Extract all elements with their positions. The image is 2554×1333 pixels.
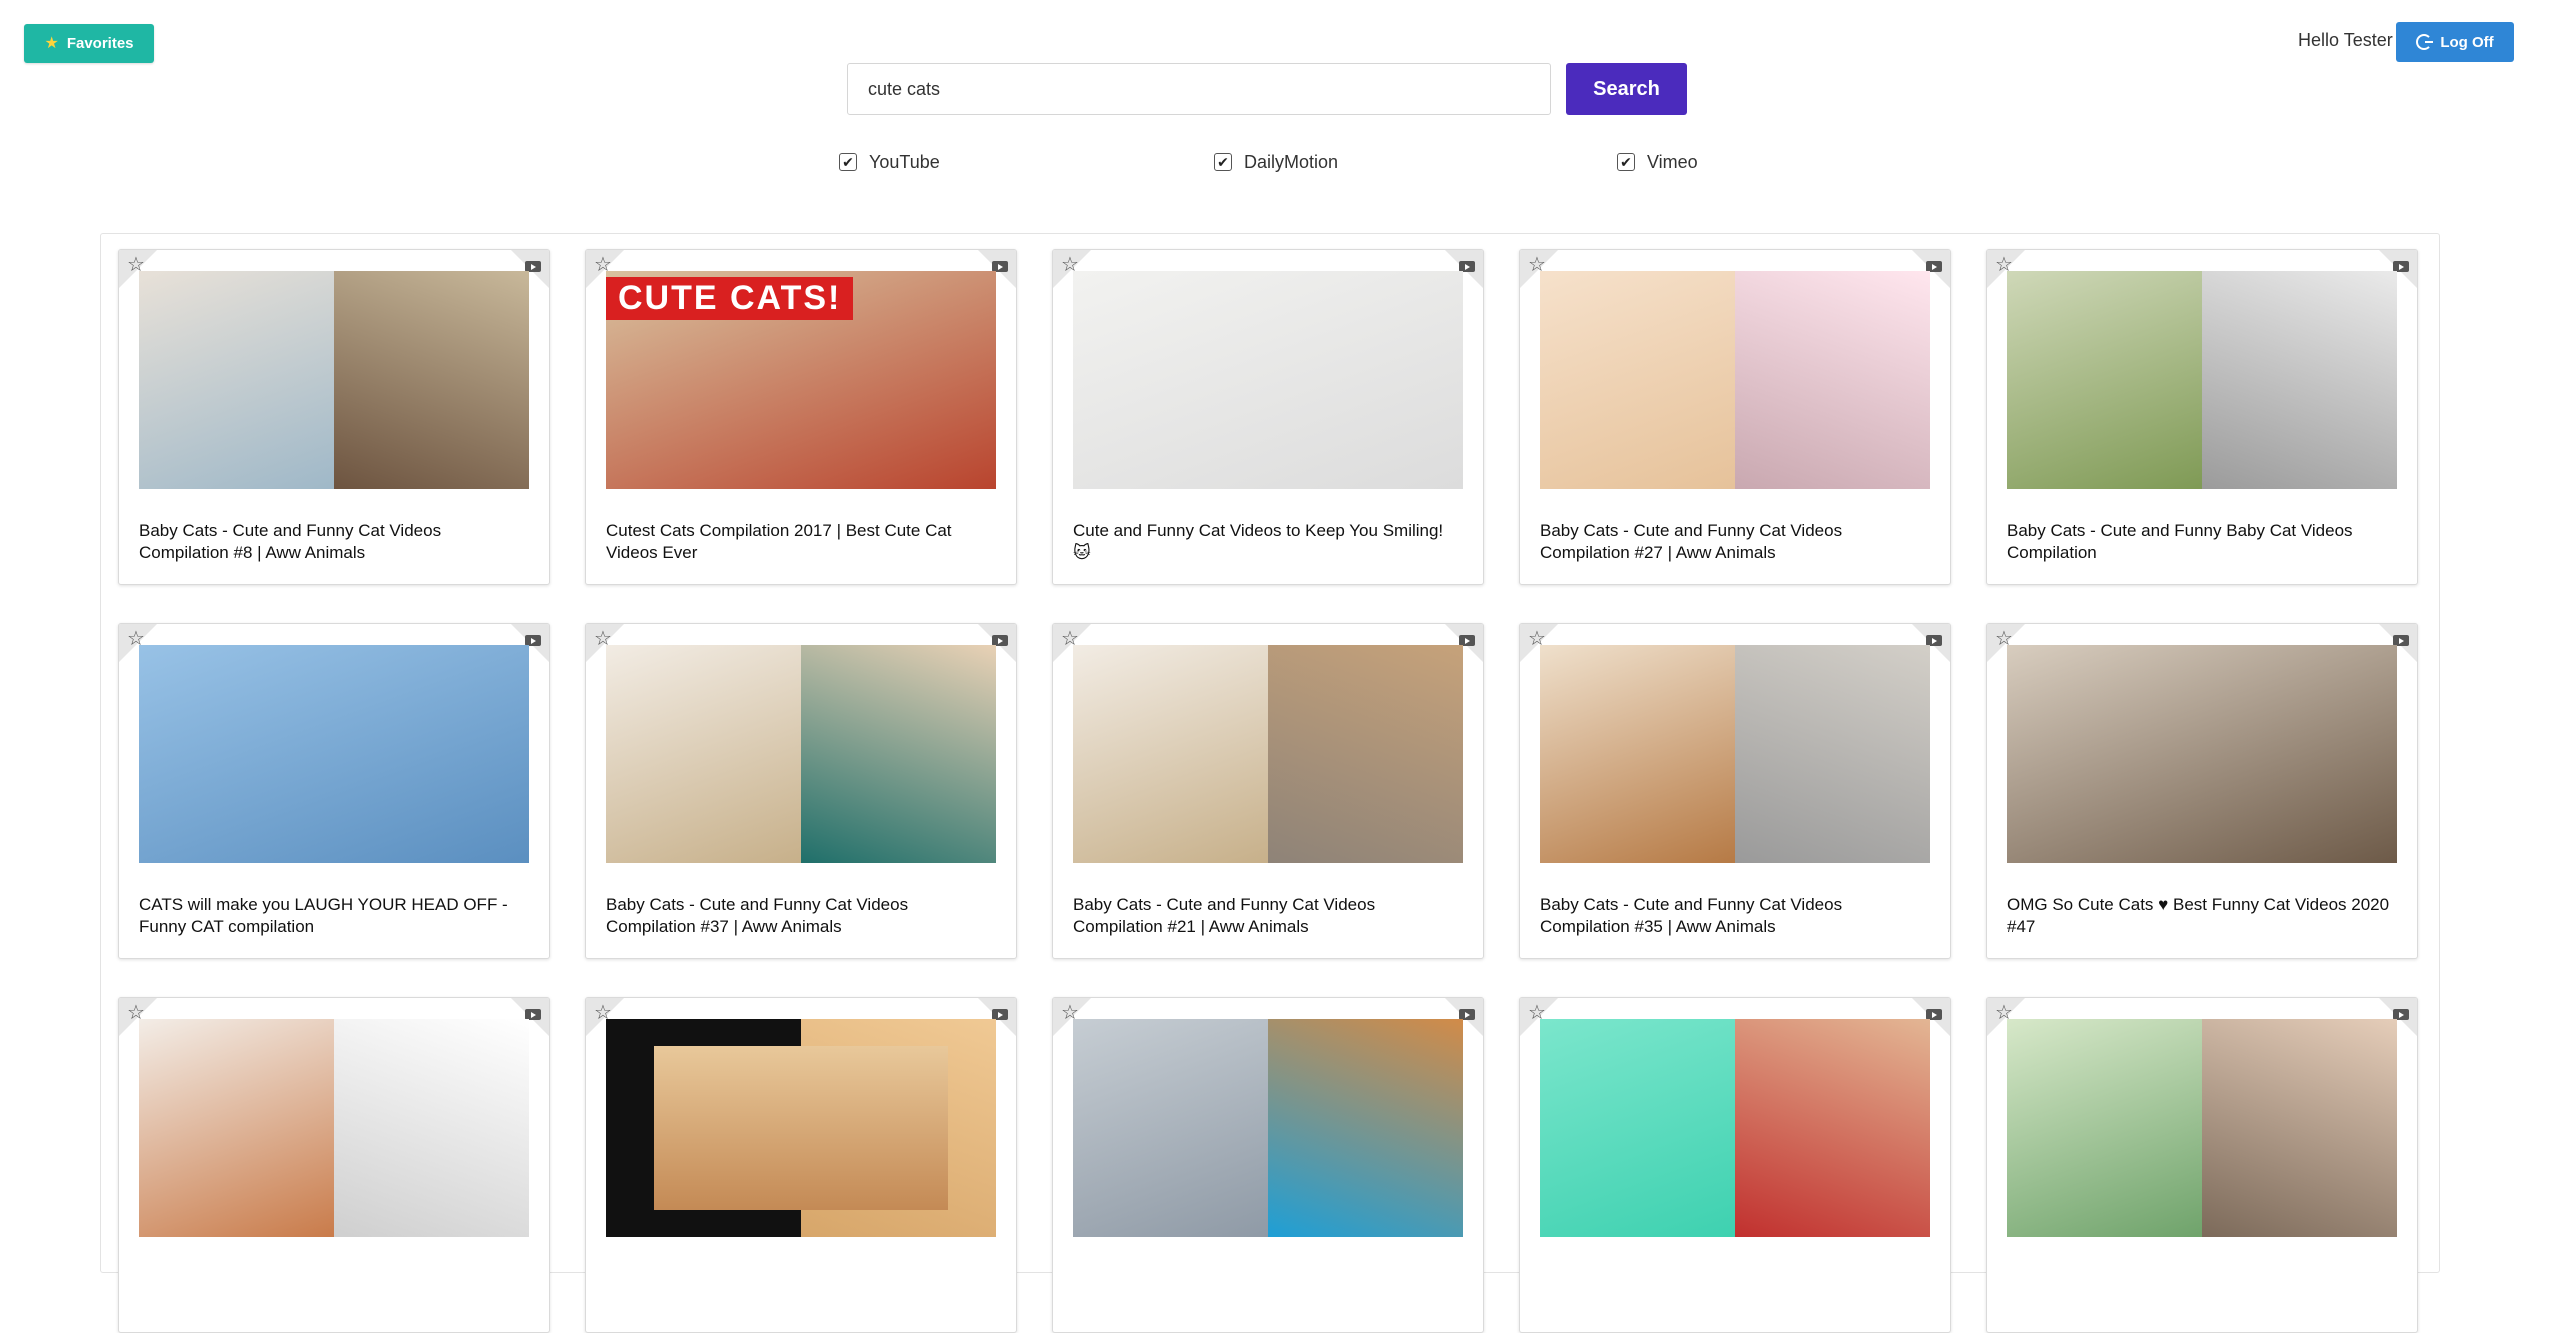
video-title[interactable]: Cute and Funny Cat Videos to Keep You Sm… (1073, 520, 1465, 564)
video-title[interactable]: CATS will make you LAUGH YOUR HEAD OFF -… (139, 894, 531, 938)
video-thumbnail[interactable] (139, 645, 529, 863)
video-thumbnail[interactable] (606, 645, 996, 863)
video-card[interactable]: ☆ CATS will make you LAUGH YOUR HEAD OFF … (118, 623, 550, 959)
google-icon (2416, 34, 2434, 50)
vimeo-checkbox[interactable]: ✔ (1617, 153, 1635, 171)
video-title[interactable]: OMG So Cute Cats ♥ Best Funny Cat Videos… (2007, 894, 2399, 938)
video-thumbnail[interactable] (2007, 271, 2397, 489)
thumbnail-image (139, 645, 529, 863)
thumbnail-image (1735, 645, 1930, 863)
thumbnail-image (1073, 271, 1463, 489)
video-thumbnail[interactable] (139, 271, 529, 489)
video-card[interactable]: ☆ Baby Cats - Cute and Funny Cat Videos C… (1052, 623, 1484, 959)
thumbnail-image (334, 271, 529, 489)
thumbnail-image (1540, 1019, 1735, 1237)
thumbnail-image (139, 1019, 334, 1237)
search-input[interactable] (847, 63, 1551, 115)
source-dailymotion[interactable]: ✔ DailyMotion (1214, 150, 1338, 174)
thumbnail-image (2007, 1019, 2202, 1237)
log-off-button[interactable]: Log Off (2396, 22, 2514, 62)
video-thumbnail[interactable] (606, 1019, 996, 1237)
video-card[interactable]: ☆ (1519, 997, 1951, 1333)
video-card[interactable]: ☆ Baby Cats - Cute and Funny Cat Videos C… (1519, 249, 1951, 585)
thumbnail-image (2202, 1019, 2397, 1237)
video-card[interactable]: ☆ (1052, 997, 1484, 1333)
video-thumbnail[interactable] (1540, 1019, 1930, 1237)
video-card[interactable]: ☆ (1986, 997, 2418, 1333)
source-label: YouTube (869, 151, 940, 172)
video-title[interactable]: Baby Cats - Cute and Funny Cat Videos Co… (1540, 894, 1932, 938)
video-title[interactable]: Baby Cats - Cute and Funny Cat Videos Co… (139, 520, 531, 564)
dailymotion-checkbox[interactable]: ✔ (1214, 153, 1232, 171)
video-card[interactable]: ☆ (118, 997, 550, 1333)
video-thumbnail[interactable] (2007, 645, 2397, 863)
thumbnail-image (606, 645, 801, 863)
thumbnail-banner: CUTE CATS! (606, 277, 854, 320)
thumbnail-image (1540, 271, 1735, 489)
video-card[interactable]: ☆ Cute and Funny Cat Videos to Keep You S… (1052, 249, 1484, 585)
thumbnail-image (801, 645, 996, 863)
video-title[interactable]: Baby Cats - Cute and Funny Cat Videos Co… (1073, 894, 1465, 938)
youtube-checkbox[interactable]: ✔ (839, 153, 857, 171)
thumbnail-image (654, 1046, 948, 1210)
video-card[interactable]: ☆ Baby Cats - Cute and Funny Cat Videos C… (1519, 623, 1951, 959)
video-title[interactable]: Baby Cats - Cute and Funny Baby Cat Vide… (2007, 520, 2399, 564)
favorites-label: Favorites (66, 35, 134, 52)
video-card[interactable]: ☆ (585, 997, 1017, 1333)
video-thumbnail[interactable] (1073, 1019, 1463, 1237)
video-card[interactable]: ☆ Baby Cats - Cute and Funny Baby Cat Vid… (1986, 249, 2418, 585)
video-thumbnail[interactable] (2007, 1019, 2397, 1237)
source-label: Vimeo (1647, 151, 1698, 172)
video-thumbnail[interactable] (1073, 645, 1463, 863)
favorites-button[interactable]: ★ Favorites (24, 24, 154, 63)
thumbnail-image (1268, 1019, 1463, 1237)
video-card[interactable]: ☆ Baby Cats - Cute and Funny Cat Videos C… (585, 623, 1017, 959)
thumbnail-image (334, 1019, 529, 1237)
video-card[interactable]: ☆ CUTE CATS! Cutest Cats Compilation 2017 … (585, 249, 1017, 585)
thumbnail-image (2007, 271, 2202, 489)
video-card[interactable]: ☆ Baby Cats - Cute and Funny Cat Videos C… (118, 249, 550, 585)
greeting: Hello Tester (2298, 30, 2393, 50)
video-title[interactable]: Cutest Cats Compilation 2017 | Best Cute… (606, 520, 998, 564)
source-youtube[interactable]: ✔ YouTube (839, 150, 940, 174)
video-thumbnail[interactable] (139, 1019, 529, 1237)
thumbnail-image (1073, 645, 1268, 863)
video-title[interactable]: Baby Cats - Cute and Funny Cat Videos Co… (1540, 520, 1932, 564)
search-button[interactable]: Search (1566, 63, 1687, 115)
star-icon: ★ (44, 34, 59, 52)
thumbnail-image (1268, 645, 1463, 863)
video-card[interactable]: ☆ OMG So Cute Cats ♥ Best Funny Cat Video… (1986, 623, 2418, 959)
video-thumbnail[interactable] (1540, 271, 1930, 489)
video-thumbnail[interactable] (1540, 645, 1930, 863)
thumbnail-image (2202, 271, 2397, 489)
thumbnail-image (1540, 645, 1735, 863)
video-title[interactable]: Baby Cats - Cute and Funny Cat Videos Co… (606, 894, 998, 938)
source-label: DailyMotion (1244, 151, 1339, 172)
video-thumbnail[interactable]: CUTE CATS! (606, 271, 996, 489)
source-vimeo[interactable]: ✔ Vimeo (1617, 150, 1698, 174)
thumbnail-image (139, 271, 334, 489)
thumbnail-image (1073, 1019, 1268, 1237)
log-off-label: Log Off (2440, 33, 2494, 51)
thumbnail-image (1735, 1019, 1930, 1237)
thumbnail-image (2007, 645, 2397, 863)
thumbnail-image (1735, 271, 1930, 489)
video-thumbnail[interactable] (1073, 271, 1463, 489)
